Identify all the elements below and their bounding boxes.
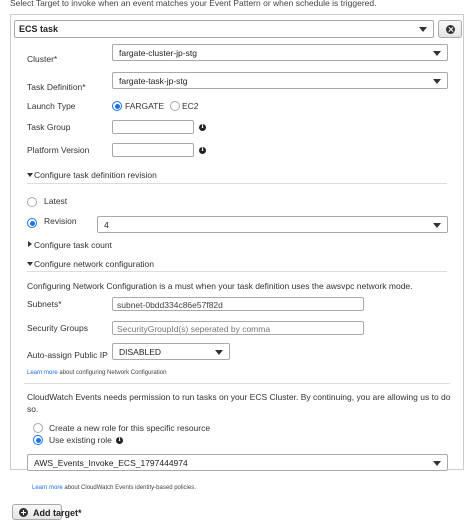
security-groups-label: Security Groups [27, 323, 88, 333]
network-learn-more-link[interactable]: Learn more [27, 370, 58, 376]
network-learn-more-text: about configuring Network Configuration [59, 370, 167, 376]
caret-down-icon[interactable] [27, 262, 33, 266]
subnets-value: subnet-0bdd334c86e57f82d [117, 299, 223, 310]
security-groups-placeholder: SecurityGroupId(s) seperated by comma [117, 323, 271, 334]
launch-type-fargate-label: FARGATE [125, 101, 165, 111]
target-type-select[interactable]: ECS task [14, 20, 434, 38]
chevron-down-icon [433, 51, 441, 56]
divider [27, 271, 447, 272]
role-select[interactable]: AWS_Events_Invoke_ECS_1797444974 [27, 454, 448, 471]
divider [27, 183, 447, 184]
cluster-select[interactable]: fargate-cluster-jp-stg [112, 44, 448, 61]
platform-version-label: Platform Version [27, 145, 90, 155]
permission-learn-more: Learn more about CloudWatch Events ident… [32, 485, 196, 491]
remove-target-button[interactable] [438, 20, 462, 38]
chevron-down-icon [419, 27, 427, 32]
public-ip-value: DISABLED [119, 347, 162, 357]
existing-role-radio[interactable] [33, 435, 43, 445]
add-target-label: Add target* [33, 508, 82, 518]
chevron-down-icon [433, 461, 441, 466]
launch-type-fargate-radio[interactable] [112, 101, 122, 111]
info-icon[interactable] [199, 146, 206, 154]
public-ip-label: Auto-assign Public IP [27, 350, 108, 360]
divider [24, 383, 450, 384]
revision-specific-label: Revision [44, 216, 77, 226]
chevron-down-icon [433, 79, 441, 84]
security-groups-input[interactable]: SecurityGroupId(s) seperated by comma [112, 321, 364, 335]
task-definition-select[interactable]: fargate-task-jp-stg [112, 72, 448, 89]
cluster-value: fargate-cluster-jp-stg [119, 48, 197, 58]
permission-description: CloudWatch Events needs permission to ru… [27, 392, 451, 402]
task-group-input[interactable] [112, 120, 194, 134]
close-icon [446, 25, 455, 34]
revision-value: 4 [104, 220, 109, 230]
info-icon[interactable] [116, 436, 123, 444]
configure-revision-header[interactable]: Configure task definition revision [34, 170, 157, 180]
revision-latest-radio[interactable] [27, 197, 37, 207]
revision-specific-radio[interactable] [27, 218, 37, 228]
permission-description-line2: so. [27, 404, 39, 414]
create-role-label: Create a new role for this specific reso… [49, 423, 211, 433]
public-ip-select[interactable]: DISABLED [112, 343, 230, 360]
intro-text: Select Target to invoke when an event ma… [10, 0, 377, 8]
subnets-label: Subnets* [27, 299, 62, 309]
platform-version-input[interactable] [112, 143, 194, 157]
network-config-description: Configuring Network Configuration is a m… [27, 281, 413, 291]
revision-latest-label: Latest [44, 196, 68, 206]
launch-type-ec2-label: EC2 [182, 101, 199, 111]
permission-learn-more-link[interactable]: Learn more [32, 485, 63, 491]
caret-right-icon[interactable] [28, 241, 32, 247]
launch-type-ec2-radio[interactable] [170, 101, 180, 111]
caret-down-icon[interactable] [27, 173, 33, 177]
role-value: AWS_Events_Invoke_ECS_1797444974 [34, 458, 188, 468]
task-definition-label: Task Definition* [27, 82, 86, 92]
network-learn-more: Learn more about configuring Network Con… [27, 370, 166, 376]
chevron-down-icon [215, 350, 223, 355]
task-group-label: Task Group [27, 122, 71, 132]
create-role-radio[interactable] [33, 423, 43, 433]
configure-task-count-header[interactable]: Configure task count [34, 240, 112, 250]
network-config-header[interactable]: Configure network configuration [34, 259, 154, 269]
subnets-input[interactable]: subnet-0bdd334c86e57f82d [112, 297, 364, 311]
task-definition-value: fargate-task-jp-stg [119, 76, 188, 86]
target-type-value: ECS task [19, 24, 59, 34]
permission-learn-more-text: about CloudWatch Events identity-based p… [64, 485, 196, 491]
add-target-button[interactable]: Add target* [12, 504, 82, 520]
info-icon[interactable] [199, 123, 206, 131]
cluster-label: Cluster* [27, 54, 58, 64]
chevron-down-icon [433, 223, 441, 228]
revision-select[interactable]: 4 [97, 216, 448, 233]
launch-type-label: Launch Type [27, 101, 76, 111]
existing-role-label: Use existing role [49, 435, 112, 445]
